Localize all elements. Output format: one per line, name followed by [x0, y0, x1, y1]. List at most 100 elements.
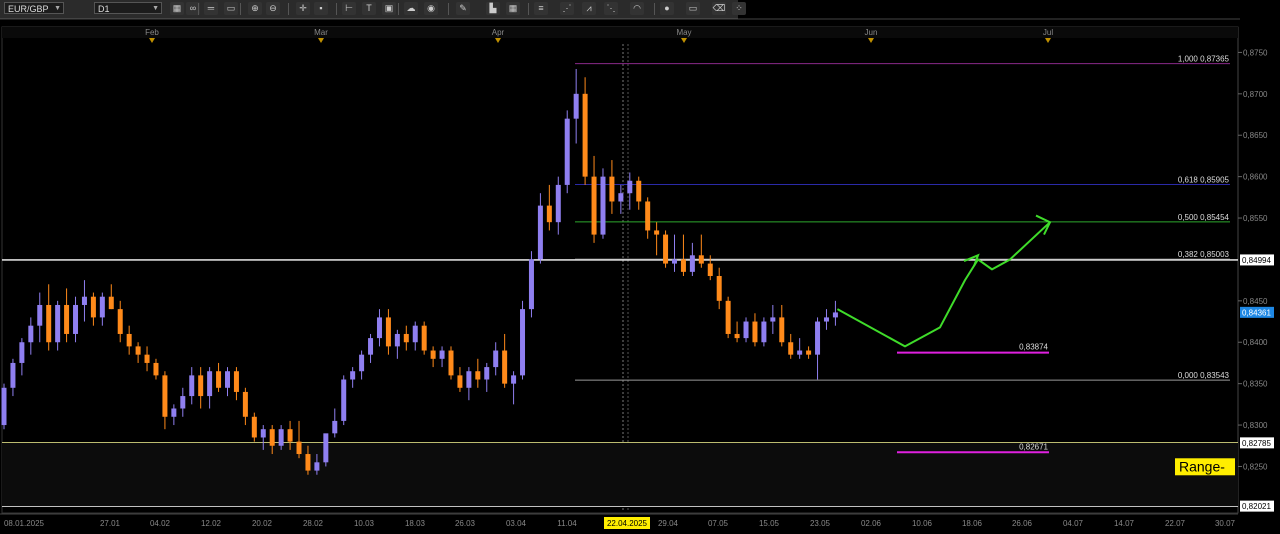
candle-body: [609, 176, 615, 202]
level-price-tag-label: 0,82021: [1242, 502, 1271, 511]
candle-body: [636, 180, 642, 202]
date-tick-label: 04.07: [1063, 519, 1084, 528]
date-tick-label: 08.01.2025: [4, 519, 45, 528]
candle: [1, 383, 7, 430]
candle-body: [55, 304, 61, 343]
candle: [251, 412, 257, 442]
candle-body: [251, 416, 257, 438]
candle-body: [10, 362, 16, 388]
candle-body: [591, 176, 597, 235]
candle: [520, 300, 526, 380]
candle-body: [761, 321, 767, 343]
candle-body: [314, 462, 320, 471]
candle-body: [600, 176, 606, 235]
candle-body: [475, 371, 481, 380]
month-label: Jul: [1043, 28, 1053, 37]
price-tick-label: 0,8750: [1243, 48, 1268, 57]
date-tick-label: 12.02: [201, 519, 222, 528]
candle: [725, 296, 731, 339]
price-tick-label: 0,8600: [1243, 173, 1268, 182]
price-tick-label: 0,8550: [1243, 214, 1268, 223]
price-chart[interactable]: Feb Mar Apr May Jun Jul 1,000 0,87365 0,618 0,…: [0, 0, 1280, 534]
price-tick-label: 0,8450: [1243, 297, 1268, 306]
candle-body: [743, 321, 749, 339]
candle-body: [672, 259, 677, 264]
date-tick-label: 30.07: [1215, 519, 1236, 528]
candle-body: [278, 429, 284, 446]
candle-body: [430, 350, 436, 359]
date-tick-label: 23.05: [810, 519, 831, 528]
candle-body: [448, 350, 454, 376]
date-tick-label: 29.04: [658, 519, 679, 528]
range-annotation[interactable]: Range-: [1175, 458, 1235, 476]
candle-body: [689, 255, 695, 272]
candle-body: [770, 317, 776, 322]
candle-body: [707, 263, 713, 276]
date-tick-label: 14.07: [1114, 519, 1135, 528]
candle-body: [359, 354, 365, 372]
date-tick-label: 26.06: [1012, 519, 1033, 528]
date-tick-label: 26.03: [455, 519, 476, 528]
target-level-label: 0,83874: [1019, 343, 1048, 352]
candle-body: [394, 333, 400, 347]
candle-body: [171, 408, 177, 417]
date-tick-label: 18.03: [405, 519, 426, 528]
candle-body: [37, 304, 43, 326]
candle-body: [546, 205, 552, 223]
level-price-tag-label: 0,82785: [1242, 439, 1271, 448]
candle-body: [368, 338, 374, 355]
date-tick-label: 15.05: [759, 519, 780, 528]
candle: [421, 321, 427, 355]
candle-body: [323, 433, 329, 463]
candle-body: [663, 234, 669, 264]
candle-body: [162, 375, 168, 417]
candle-body: [242, 391, 248, 417]
candle-body: [135, 346, 141, 355]
date-tick-label: 27.01: [100, 519, 121, 528]
candle-body: [618, 193, 624, 202]
candle-body: [126, 333, 132, 347]
candle: [663, 230, 669, 268]
candle-body: [153, 362, 159, 376]
date-tick-label: 22.07: [1165, 519, 1186, 528]
candle-body: [233, 371, 239, 392]
candle-body: [537, 205, 543, 260]
price-tick-label: 0,8300: [1243, 421, 1268, 430]
fibonacci-level-label: 0,500 0,85454: [1178, 213, 1230, 222]
candle-body: [564, 118, 570, 185]
candle-body: [832, 312, 838, 318]
target-level-label: 0,82671: [1019, 442, 1048, 451]
price-tick-label: 0,8400: [1243, 338, 1268, 347]
candle-body: [269, 429, 275, 446]
month-label: Jun: [865, 28, 878, 37]
candle-body: [28, 325, 34, 343]
date-tick-label: 18.06: [962, 519, 983, 528]
candle-body: [698, 255, 704, 264]
candle-body: [99, 296, 105, 318]
candle-body: [385, 317, 391, 347]
date-tick-label: 07.05: [708, 519, 729, 528]
fibonacci-level-label: 0,382 0,85003: [1178, 250, 1230, 259]
candle-body: [528, 259, 534, 310]
candle-body: [341, 379, 347, 421]
date-tick-label: 04.02: [150, 519, 171, 528]
candle-body: [207, 371, 213, 397]
candle-body: [573, 93, 579, 119]
candle-body: [788, 342, 794, 355]
candle-body: [734, 333, 740, 339]
candle-body: [680, 259, 686, 272]
candle-body: [627, 180, 633, 194]
candle-body: [555, 184, 561, 223]
candle-body: [332, 420, 338, 434]
date-tick-label: 02.06: [861, 519, 882, 528]
date-tick-label: 20.02: [252, 519, 273, 528]
price-tick-label: 0,8250: [1243, 462, 1268, 471]
candle-body: [216, 371, 222, 388]
candle-body: [350, 371, 356, 380]
candle: [600, 168, 606, 239]
candle-body: [457, 375, 463, 388]
candle-body: [421, 325, 427, 351]
candle-body: [403, 333, 409, 343]
month-label: Apr: [492, 28, 505, 37]
candle-body: [511, 375, 517, 384]
